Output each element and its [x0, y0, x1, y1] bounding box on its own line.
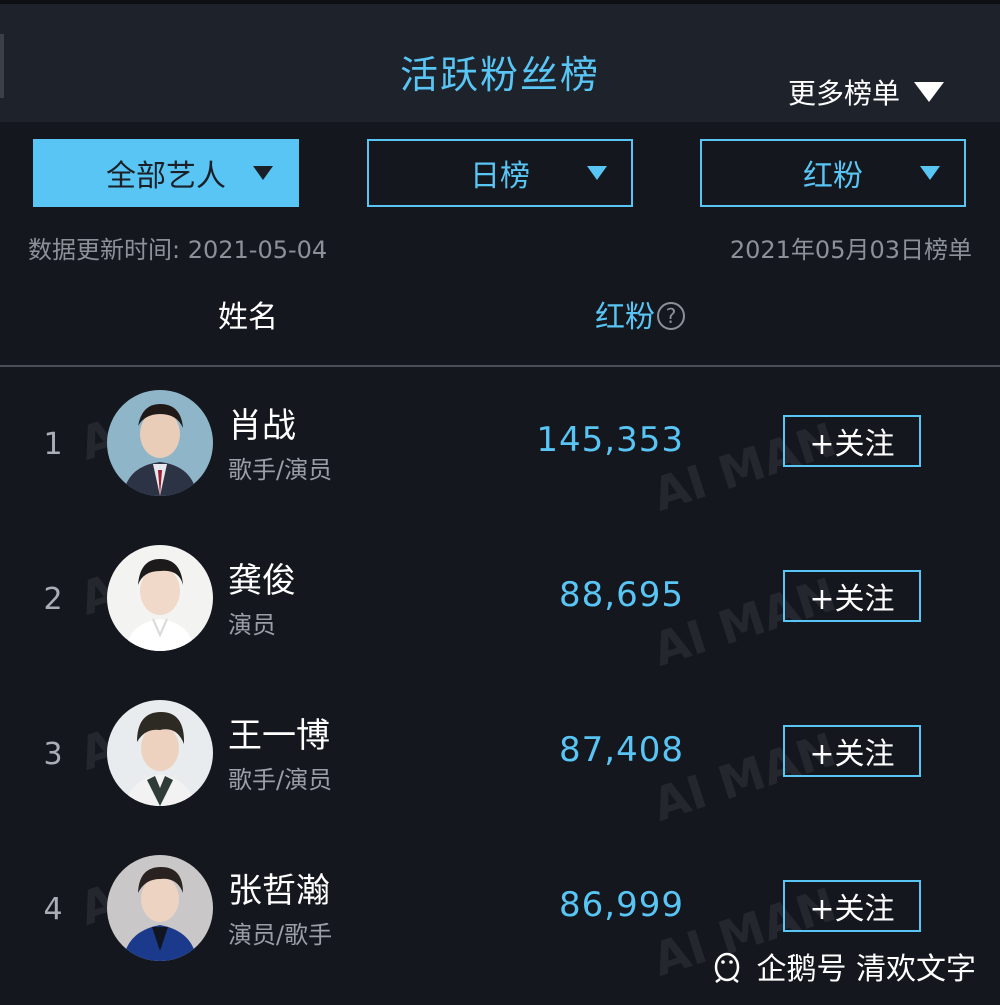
- artist-filter-dropdown[interactable]: 全部艺人: [33, 139, 299, 207]
- update-time: 数据更新时间: 2021-05-04: [28, 236, 328, 264]
- fan-type-filter-dropdown[interactable]: 红粉: [700, 139, 966, 207]
- rank-number: 1: [43, 427, 63, 462]
- column-header-fans: 红粉?: [595, 292, 685, 336]
- artist-role: 歌手/演员: [228, 766, 333, 794]
- follow-button[interactable]: +关注: [783, 415, 921, 467]
- avatar[interactable]: [107, 700, 213, 806]
- period-filter-dropdown[interactable]: 日榜: [367, 139, 633, 207]
- chevron-down-icon: [253, 166, 273, 180]
- artist-name: 肖战: [228, 406, 296, 446]
- column-header-fans-label: 红粉: [595, 300, 655, 335]
- chevron-down-icon: [914, 82, 944, 102]
- ranking-row[interactable]: 3 王一博 歌手/演员 87,408 +关注: [0, 700, 1000, 850]
- follow-button[interactable]: +关注: [783, 570, 921, 622]
- artist-name: 龚俊: [228, 561, 296, 601]
- artist-filter-label: 全部艺人: [106, 159, 226, 194]
- fan-type-filter-label: 红粉: [803, 159, 863, 194]
- avatar[interactable]: [107, 390, 213, 496]
- column-header-name: 姓名: [218, 300, 278, 335]
- follow-button[interactable]: +关注: [783, 880, 921, 932]
- fan-count: 87,408: [559, 730, 684, 770]
- chevron-down-icon: [920, 166, 940, 180]
- follow-button[interactable]: +关注: [783, 725, 921, 777]
- penguin-icon: [715, 952, 740, 983]
- ranking-row[interactable]: 2 龚俊 演员 88,695 +关注: [0, 545, 1000, 695]
- source-credit-text: 企鹅号 清欢文字: [756, 952, 976, 987]
- artist-role: 歌手/演员: [228, 456, 333, 484]
- chevron-down-icon: [587, 166, 607, 180]
- fan-count: 86,999: [559, 885, 684, 925]
- fan-count: 88,695: [559, 575, 684, 615]
- header-divider: [0, 365, 1000, 367]
- avatar[interactable]: [107, 855, 213, 961]
- fan-count: 145,353: [536, 420, 684, 460]
- artist-role: 演员: [228, 611, 276, 639]
- more-lists-dropdown[interactable]: 更多榜单: [788, 72, 944, 112]
- help-icon[interactable]: ?: [657, 302, 685, 330]
- artist-role: 演员/歌手: [228, 921, 333, 949]
- artist-name: 王一博: [228, 716, 330, 756]
- rank-number: 3: [43, 737, 63, 772]
- ranking-row[interactable]: 1 肖战 歌手/演员 145,353 +关注: [0, 390, 1000, 540]
- more-lists-label: 更多榜单: [787, 77, 900, 110]
- rank-number: 4: [43, 892, 63, 927]
- artist-name: 张哲瀚: [228, 871, 330, 911]
- avatar[interactable]: [107, 545, 213, 651]
- source-credit: 企鹅号 清欢文字: [710, 944, 976, 988]
- period-filter-label: 日榜: [470, 159, 530, 194]
- list-date: 2021年05月03日榜单: [729, 236, 972, 264]
- top-header: 活跃粉丝榜 更多榜单: [0, 0, 1000, 122]
- rank-number: 2: [43, 582, 63, 617]
